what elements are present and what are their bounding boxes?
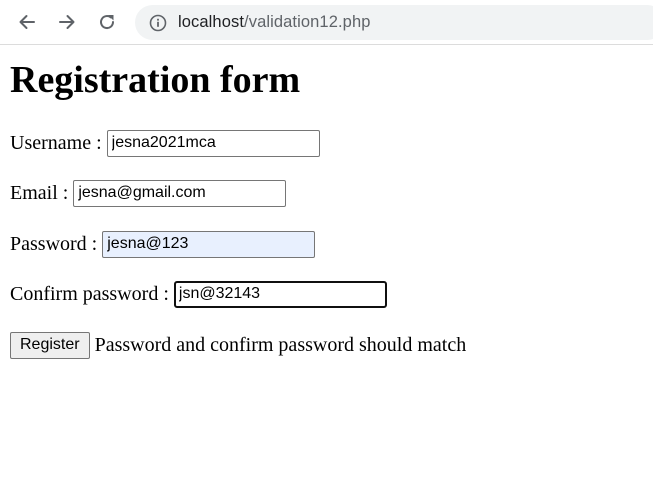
register-button[interactable]: Register xyxy=(10,331,90,359)
arrow-left-icon xyxy=(19,15,35,29)
url-text: localhost/validation12.php xyxy=(178,13,371,32)
address-bar[interactable]: localhost/validation12.php xyxy=(135,5,653,40)
email-row: Email : xyxy=(10,179,287,207)
confirm-password-input[interactable] xyxy=(173,280,387,308)
browser-toolbar: localhost/validation12.php xyxy=(0,0,653,45)
confirm-password-label: Confirm password : xyxy=(10,282,174,305)
back-button[interactable] xyxy=(15,10,39,34)
info-icon[interactable] xyxy=(149,14,167,32)
confirm-password-row: Confirm password : xyxy=(10,280,387,308)
page-title: Registration form xyxy=(10,59,301,101)
password-input[interactable] xyxy=(102,230,316,258)
arrow-right-icon xyxy=(59,15,75,29)
reload-icon xyxy=(100,15,115,30)
submit-row: Register Password and confirm password s… xyxy=(10,331,466,359)
validation-message: Password and confirm password should mat… xyxy=(94,333,467,356)
email-input[interactable] xyxy=(73,179,287,207)
username-label: Username : xyxy=(10,131,107,154)
forward-button[interactable] xyxy=(55,10,79,34)
reload-button[interactable] xyxy=(95,10,119,34)
email-label: Email : xyxy=(10,181,74,204)
password-label: Password : xyxy=(10,232,103,255)
url-path: /validation12.php xyxy=(244,13,371,31)
url-host: localhost xyxy=(178,13,245,31)
username-row: Username : xyxy=(10,129,320,157)
password-row: Password : xyxy=(10,230,316,258)
page-content: Registration form Username : Email : Pas… xyxy=(0,45,653,497)
username-input[interactable] xyxy=(106,129,320,157)
